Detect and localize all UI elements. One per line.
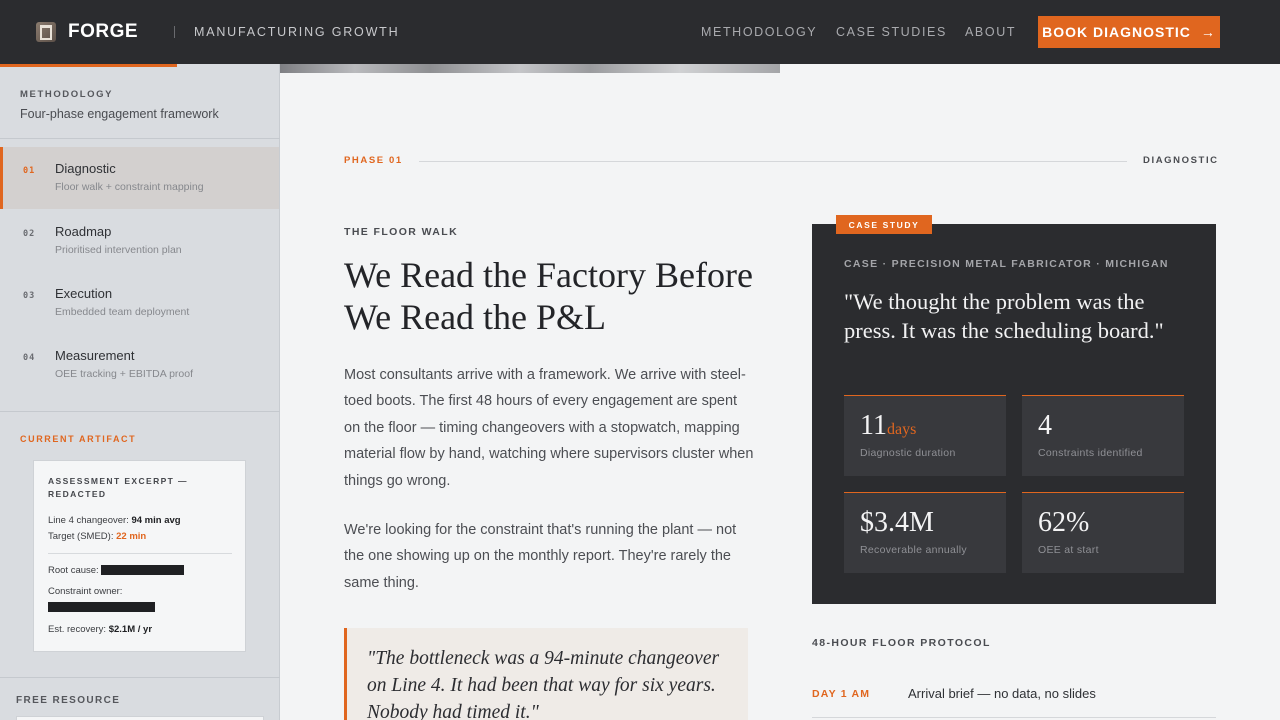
target-value: 22 min [116, 531, 147, 542]
stat-value: 4 [1038, 410, 1052, 441]
current-artifact-kicker: CURRENT ARTIFACT [20, 434, 137, 444]
redacted-bar [101, 565, 185, 576]
sidebar-kicker: METHODOLOGY [20, 89, 114, 100]
phase-name: DIAGNOSTIC [1143, 155, 1219, 166]
body-paragraph: Most consultants arrive with a framework… [344, 367, 754, 489]
stat-label: Diagnostic duration [860, 447, 956, 459]
owner-redacted-line [48, 602, 155, 613]
recovery-value: $2.1M / yr [108, 624, 153, 635]
target-line: Target (SMED): 22 min [48, 531, 146, 542]
case-study-badge: CASE STUDY [836, 215, 932, 234]
phase-rule [419, 161, 1127, 162]
body-paragraph: We're looking for the constraint that's … [344, 522, 737, 591]
sidebar-divider [0, 138, 280, 139]
free-resource-kicker: FREE RESOURCE [16, 695, 121, 706]
phase-description: Prioritised intervention plan [55, 244, 182, 256]
phase-title: Measurement [55, 348, 135, 363]
artifact-title: ASSESSMENT EXCERPT — REDACTED [48, 476, 188, 499]
phase-description: Floor walk + constraint mapping [55, 181, 204, 193]
stat-constraints: 4 Constraints identified [1022, 395, 1184, 476]
book-diagnostic-label: BOOK DIAGNOSTIC [1042, 24, 1191, 40]
book-diagnostic-button[interactable]: BOOK DIAGNOSTIC → [1038, 16, 1220, 48]
protocol-text: Arrival brief — no data, no slides [908, 686, 1096, 701]
stat-value: 11days [860, 410, 916, 442]
artifact-divider [48, 553, 232, 554]
recovery-label: Est. recovery: [48, 624, 107, 635]
changeover-line: Line 4 changeover: 94 min avg [48, 515, 181, 526]
phase-title: Execution [55, 286, 113, 301]
stat-value: $3.4M [860, 507, 934, 538]
nav-case-studies[interactable]: CASE STUDIES [836, 25, 947, 39]
stat-value: 62% [1038, 507, 1090, 538]
phase-number: 01 [23, 166, 36, 176]
stat-unit: days [886, 421, 917, 438]
phase-label: PHASE 01 [344, 155, 403, 166]
page-title: We Read the Factory Before We Read the P… [344, 255, 753, 337]
sidebar-item-roadmap[interactable]: 02 Roadmap Prioritised intervention plan [0, 210, 279, 272]
recovery-line: Est. recovery: $2.1M / yr [48, 624, 152, 635]
phase-number: 03 [23, 291, 36, 301]
arrow-right-icon: → [1200, 24, 1216, 40]
changeover-label: Line 4 changeover: [48, 515, 129, 526]
case-study-card: CASE · PRECISION METAL FABRICATOR · MICH… [812, 224, 1216, 604]
stat-label: OEE at start [1038, 544, 1099, 556]
stat-recoverable: $3.4M Recoverable annually [844, 492, 1006, 573]
sidebar-item-execution[interactable]: 03 Execution Embedded team deployment [0, 272, 279, 334]
sidebar-item-measurement[interactable]: 04 Measurement OEE tracking + EBITDA pro… [0, 334, 279, 396]
protocol-kicker: 48-HOUR FLOOR PROTOCOL [812, 637, 991, 649]
phase-title: Roadmap [55, 224, 112, 239]
methodology-sidebar: METHODOLOGY Four-phase engagement framew… [0, 64, 280, 720]
sidebar-progress-accent [0, 64, 177, 67]
brand-tagline: MANUFACTURING GROWTH [194, 25, 400, 39]
phase-description: OEE tracking + EBITDA proof [55, 368, 194, 380]
sidebar-subtitle: Four-phase engagement framework [20, 107, 219, 121]
case-quote: "We thought the problem was the press. I… [844, 289, 1164, 343]
brand-name[interactable]: FORGE [68, 21, 138, 43]
free-resource-card[interactable] [16, 716, 264, 720]
phase-number: 04 [23, 353, 36, 363]
stat-label: Constraints identified [1038, 447, 1143, 459]
protocol-divider [812, 717, 1216, 718]
stat-oee: 62% OEE at start [1022, 492, 1184, 573]
hero-image [280, 64, 780, 73]
case-meta: CASE · PRECISION METAL FABRICATOR · MICH… [844, 258, 1169, 270]
sidebar-divider [0, 411, 280, 412]
protocol-day: DAY 1 AM [812, 688, 871, 700]
phase-number: 02 [23, 229, 36, 239]
stat-label: Recoverable annually [860, 544, 967, 556]
root-cause-line: Root cause: [48, 565, 185, 576]
target-label: Target (SMED): [48, 531, 114, 542]
stat-diagnostic-duration: 11days Diagnostic duration [844, 395, 1006, 476]
redacted-bar [48, 602, 155, 613]
brand-divider [174, 26, 175, 38]
owner-label: Constraint owner: [48, 586, 123, 597]
pull-quote: "The bottleneck was a 94-minute changeov… [344, 628, 748, 720]
phase-title: Diagnostic [55, 161, 116, 176]
owner-line: Constraint owner: [48, 586, 122, 597]
nav-methodology[interactable]: METHODOLOGY [701, 25, 817, 39]
forge-logo-icon[interactable] [36, 22, 56, 42]
assessment-excerpt-card[interactable]: ASSESSMENT EXCERPT — REDACTED Line 4 cha… [33, 460, 246, 652]
phase-description: Embedded team deployment [55, 306, 190, 318]
nav-about[interactable]: ABOUT [965, 25, 1016, 39]
section-kicker: THE FLOOR WALK [344, 226, 459, 238]
sidebar-item-diagnostic[interactable]: 01 Diagnostic Floor walk + constraint ma… [0, 147, 279, 209]
root-cause-label: Root cause: [48, 565, 99, 576]
changeover-value: 94 min avg [131, 515, 181, 526]
stat-number: 11 [860, 410, 887, 441]
top-nav-bar: FORGE MANUFACTURING GROWTH METHODOLOGY C… [0, 0, 1280, 64]
sidebar-divider [0, 677, 280, 678]
